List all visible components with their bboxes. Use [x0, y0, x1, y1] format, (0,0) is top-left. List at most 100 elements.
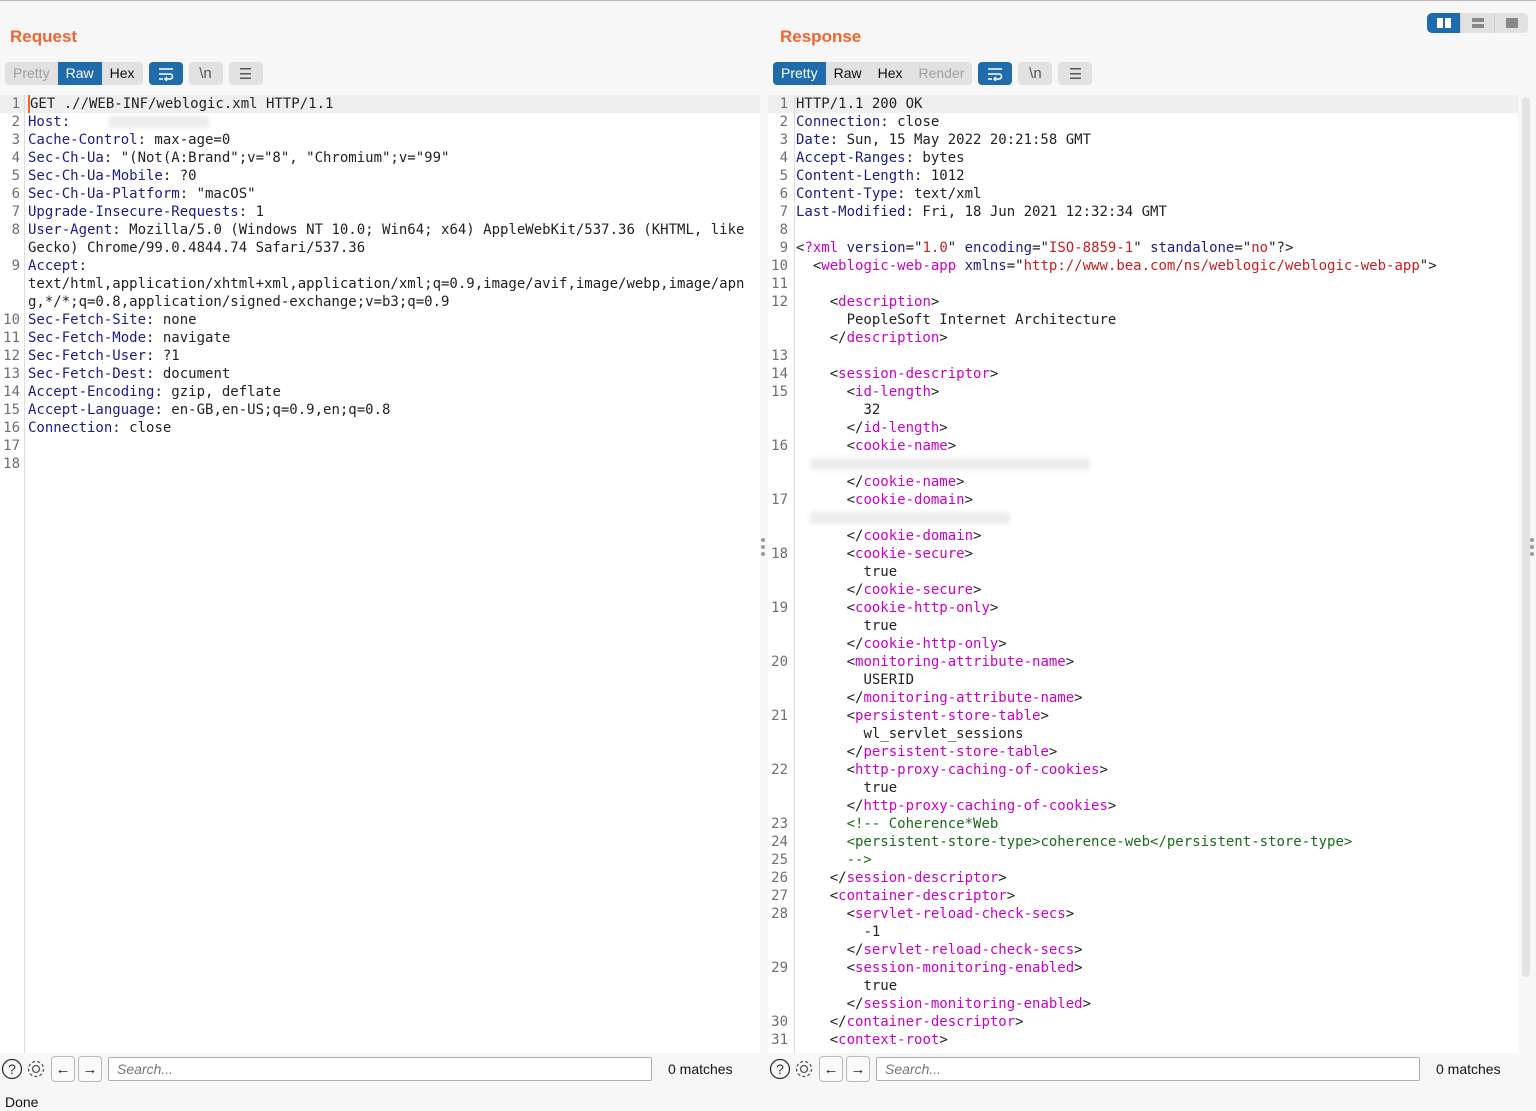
line-number: 24	[771, 834, 788, 850]
line-content: Cache-Control: max-age=0	[28, 132, 231, 148]
line-gutter	[794, 95, 795, 1053]
line-number: 28	[771, 906, 788, 922]
svg-text:?: ?	[8, 1061, 16, 1077]
line-content: Date: Sun, 15 May 2022 20:21:58 GMT	[796, 132, 1092, 148]
code-line: 8 User-Agent: Mozilla/5.0 (Windows NT 10.…	[0, 221, 760, 257]
line-content: Sec-Ch-Ua-Platform: "macOS"	[28, 186, 256, 202]
code-line: 9 <?xml version="1.0" encoding="ISO-8859-…	[768, 239, 1518, 257]
code-line: 8	[768, 221, 1518, 239]
response-newline-button[interactable]: \n	[1018, 62, 1053, 85]
code-line: 12 <description> PeopleSoft Internet Arc…	[768, 293, 1518, 347]
settings-gear-icon[interactable]	[24, 1057, 48, 1081]
search-next-button[interactable]: →	[78, 1056, 102, 1082]
line-number: 5	[779, 168, 788, 184]
response-menu-button[interactable]: ☰	[1058, 62, 1093, 85]
settings-gear-icon[interactable]	[792, 1057, 816, 1081]
word-wrap-icon	[988, 67, 1003, 81]
code-line: 31 <context-root>	[768, 1031, 1518, 1049]
line-number: 12	[771, 294, 788, 310]
svg-text:?: ?	[776, 1061, 784, 1077]
request-match-count: 0 matches	[668, 1061, 733, 1077]
line-content: <session-monitoring-enabled> true </sess…	[796, 960, 1092, 1012]
layout-single-pane-button[interactable]	[1495, 13, 1528, 33]
line-content: Sec-Fetch-Mode: navigate	[28, 330, 231, 346]
line-number: 11	[771, 276, 788, 292]
line-content: <monitoring-attribute-name> USERID </mon…	[796, 654, 1083, 706]
line-content: <cookie-http-only> true </cookie-http-on…	[796, 600, 1007, 652]
line-number: 31	[771, 1032, 788, 1048]
code-line: 1 GET .//WEB-INF/weblogic.xml HTTP/1.1	[0, 95, 760, 113]
request-title: Request	[10, 27, 78, 46]
search-next-button[interactable]: →	[846, 1056, 870, 1082]
request-tab-hex[interactable]: Hex	[102, 62, 143, 85]
line-number: 1	[779, 96, 788, 112]
request-menu-button[interactable]: ☰	[228, 62, 263, 85]
code-line: 11 Sec-Fetch-Mode: navigate	[0, 329, 760, 347]
line-number: 19	[771, 600, 788, 616]
code-line: 18	[0, 455, 760, 473]
response-tab-pretty[interactable]: Pretty	[773, 62, 826, 85]
code-line: 14 Accept-Encoding: gzip, deflate	[0, 383, 760, 401]
request-search-input[interactable]	[108, 1057, 652, 1081]
code-line: 13	[768, 347, 1518, 365]
line-content: Host:	[28, 113, 760, 131]
response-lines: 1 HTTP/1.1 200 OK 2 Connection: close 3 Date:…	[768, 95, 1518, 1049]
search-previous-button[interactable]: ←	[51, 1056, 75, 1082]
help-icon[interactable]: ?	[0, 1057, 24, 1081]
response-tab-hex[interactable]: Hex	[870, 62, 911, 85]
request-newline-button[interactable]: \n	[188, 62, 223, 85]
line-number: 9	[779, 240, 788, 256]
code-line: 29 <session-monitoring-enabled> true </s…	[768, 959, 1518, 1013]
code-line: 15 Accept-Language: en-GB,en-US;q=0.9,en;…	[0, 401, 760, 419]
response-scrollbar[interactable]	[1522, 97, 1530, 977]
line-number: 29	[771, 960, 788, 976]
code-line: 2 Host:	[0, 113, 760, 131]
layout-split-horizontal-button[interactable]	[1427, 13, 1461, 33]
split-vertical-icon	[1471, 18, 1484, 28]
line-content: </container-descriptor>	[796, 1014, 1024, 1030]
line-content: <container-descriptor>	[796, 888, 1016, 904]
response-tab-raw[interactable]: Raw	[826, 62, 870, 85]
code-line: 18 <cookie-secure> true </cookie-secure>	[768, 545, 1518, 599]
response-word-wrap-button[interactable]	[978, 62, 1013, 85]
request-editor[interactable]: 1 GET .//WEB-INF/weblogic.xml HTTP/1.1 2 Ho…	[0, 95, 760, 1053]
request-tab-pretty[interactable]: Pretty	[5, 62, 58, 85]
code-line: 20 <monitoring-attribute-name> USERID </…	[768, 653, 1518, 707]
line-content	[796, 275, 1518, 293]
layout-split-vertical-button[interactable]	[1461, 13, 1495, 33]
request-toolbar: Pretty Raw Hex \n ☰	[5, 62, 263, 85]
inspector-splitter-handle[interactable]	[1530, 538, 1534, 556]
response-editor[interactable]: 1 HTTP/1.1 200 OK 2 Connection: close 3 Date:…	[768, 95, 1518, 1053]
pane-splitter-handle[interactable]	[761, 538, 765, 556]
line-content: Accept-Language: en-GB,en-US;q=0.9,en;q=…	[28, 402, 391, 418]
line-content: <id-length> 32 </id-length>	[796, 384, 948, 436]
code-line: 17 <cookie-domain> </cookie-domain>	[768, 491, 1518, 545]
arrow-right-icon: →	[850, 1060, 866, 1078]
code-line: 2 Connection: close	[768, 113, 1518, 131]
code-line: 26 </session-descriptor>	[768, 869, 1518, 887]
line-content	[28, 437, 760, 455]
line-content: Content-Type: text/xml	[796, 186, 982, 202]
code-line: 10 Sec-Fetch-Site: none	[0, 311, 760, 329]
line-content: Last-Modified: Fri, 18 Jun 2021 12:32:34…	[796, 204, 1167, 220]
line-content	[796, 221, 1518, 239]
line-content: User-Agent: Mozilla/5.0 (Windows NT 10.0…	[28, 222, 753, 256]
search-previous-button[interactable]: ←	[819, 1056, 843, 1082]
line-content: <cookie-domain> </cookie-domain>	[796, 491, 1518, 545]
code-line: 17	[0, 437, 760, 455]
response-search-input[interactable]	[876, 1057, 1420, 1081]
code-line: 10 <weblogic-web-app xmlns="http://www.b…	[768, 257, 1518, 275]
code-line: 6 Sec-Ch-Ua-Platform: "macOS"	[0, 185, 760, 203]
redacted-value	[810, 458, 1090, 470]
single-pane-icon	[1505, 18, 1518, 28]
request-word-wrap-button[interactable]	[148, 62, 183, 85]
line-content: <persistent-store-type>coherence-web</pe…	[796, 834, 1353, 850]
help-icon[interactable]: ?	[768, 1057, 792, 1081]
response-tab-render[interactable]: Render	[911, 62, 973, 85]
line-content: Connection: close	[28, 420, 172, 436]
request-tab-raw[interactable]: Raw	[57, 62, 102, 85]
request-search-bar: ? ← → 0 matches	[0, 1054, 760, 1084]
line-content: HTTP/1.1 200 OK	[796, 96, 923, 112]
request-pane: Request Pretty Raw Hex \n ☰ 1 GET .//WEB-…	[0, 1, 765, 1086]
code-line: 14 <session-descriptor>	[768, 365, 1518, 383]
